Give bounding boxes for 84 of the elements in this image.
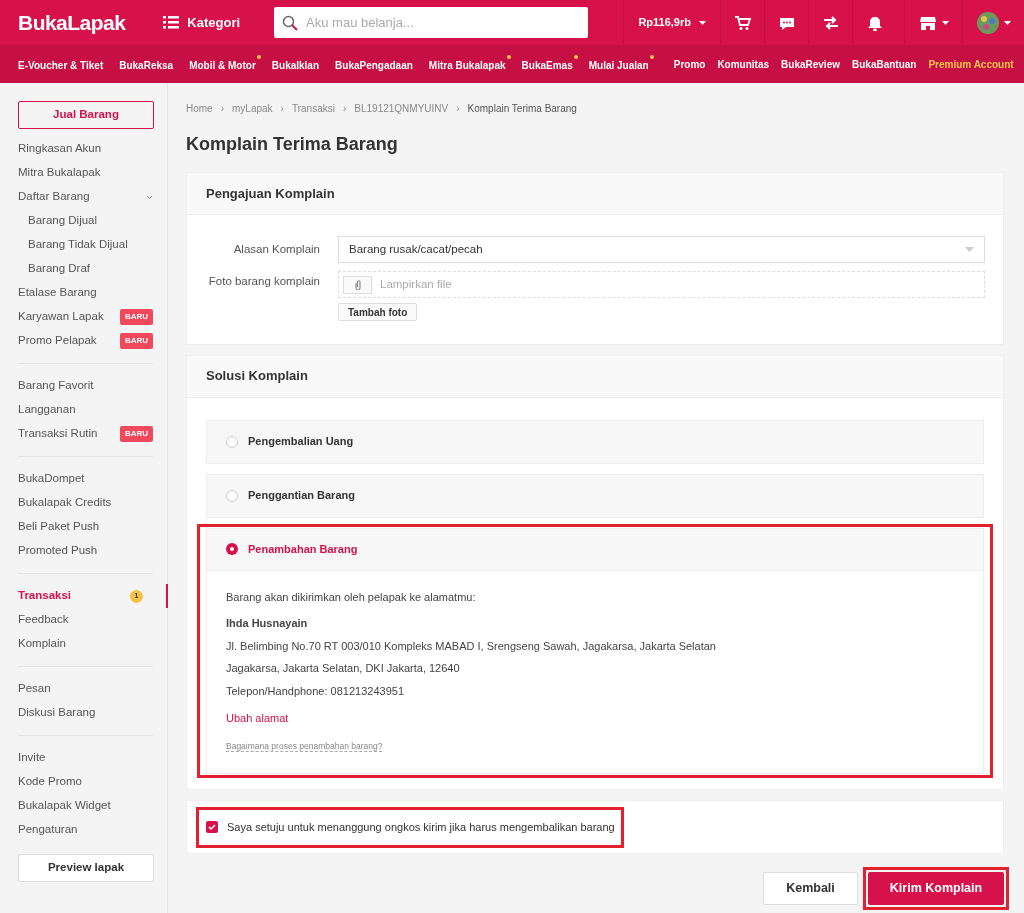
page-title: Komplain Terima Barang [186,133,399,156]
caret-icon [699,20,706,25]
sidebar-item[interactable]: Transaksi Rutin [18,425,98,443]
sidebar-item[interactable]: Promoted Push [18,542,98,560]
swap-arrows-icon[interactable] [821,14,840,31]
store-icon[interactable] [918,14,937,31]
menu-icon [163,16,180,29]
sidebar-item[interactable]: Feedback [18,611,69,629]
sidebar-item[interactable]: Komplain [18,635,66,653]
section-title: Solusi Komplain [206,367,308,386]
agreement-label: Saya setuju untuk menanggung ongkos kirim jika harus mengembalikan barang [227,819,615,835]
sidebar-item[interactable]: Langganan [18,401,76,419]
radio-option[interactable]: Penambahan Barang [207,528,983,571]
change-address-link[interactable]: Ubah alamat [226,712,289,724]
chevron-icon[interactable] [146,194,153,200]
nav-link[interactable]: BukaReksa [119,60,174,71]
paperclip-icon [354,279,361,290]
nav-link[interactable]: BukaPengadaan [335,60,413,71]
sidebar-item[interactable]: Etalase Barang [18,284,97,302]
preview-button[interactable]: Preview lapak [18,854,154,882]
avatar-icon[interactable] [976,11,999,34]
sell-button[interactable]: Jual Barang [18,101,154,129]
field-label: Alasan Komplain [232,241,320,257]
cart-icon[interactable] [733,14,752,31]
breadcrumb-separator: › [220,102,225,116]
nav-link[interactable]: E-Voucher & Tiket [18,60,104,71]
breadcrumb-separator: › [456,102,460,116]
nav-link[interactable]: BukaEmas [521,60,573,71]
address-line: Telepon/Handphone: 081213243951 [226,683,405,699]
nav-link[interactable]: Komunitas [717,56,770,72]
field-label: Foto barang komplain [207,274,320,289]
nav-link[interactable]: Promo [673,56,706,72]
premium-account-link[interactable]: Premium Account [928,56,1014,72]
section-title: Pengajuan Komplain [206,184,335,203]
sidebar-item[interactable]: Barang Draf [18,260,90,278]
nav-link[interactable]: BukaBantuan [852,56,917,72]
sidebar-item[interactable]: Barang Tidak Dijual [18,236,128,254]
sidebar-item[interactable]: Pengaturan [18,821,78,839]
submit-button[interactable]: Kirim Komplain [868,872,1004,905]
sidebar-item[interactable]: Bukalapak Credits [18,494,112,512]
sidebar-item[interactable]: Barang Favorit [18,377,94,395]
sidebar-item[interactable]: Bukalapak Widget [18,797,111,815]
nav-link[interactable]: Mobil & Motor [189,60,256,71]
sidebar-item[interactable]: Karyawan Lapak [18,308,104,326]
sidebar-item[interactable]: Daftar Barang [18,188,90,206]
nav-link[interactable]: Mulai Jualan [588,60,649,71]
sidebar-item[interactable]: Promo Pelapak [18,332,97,350]
sidebar-item[interactable]: Barang Dijual [18,212,98,230]
new-badge: BARU [119,426,153,442]
info-text: Barang akan dikirimkan oleh pelapak ke alamatmu: [226,589,477,605]
sidebar-item[interactable]: Mitra Bukalapak [18,164,101,182]
address-line: Jagakarsa, Jakarta Selatan, DKI Jakarta, 12640 [226,661,461,676]
active-indicator [166,584,168,608]
breadcrumb-separator: › [342,102,347,116]
nav-link[interactable]: BukaIklan [271,60,320,71]
sidebar-item[interactable]: Diskusi Barang [18,704,96,722]
new-badge: BARU [119,309,153,325]
nav-link[interactable]: Mitra Bukalapak [428,60,506,71]
sidebar-item[interactable]: Beli Paket Push [18,518,100,536]
reason-dropdown[interactable]: Barang rusak/cacat/pecah [338,236,985,263]
address-line: Jl. Belimbing No.70 RT 003/010 Kompleks MABAD I, Srengseng Sawah, Jagakarsa, Jakarta Selatan [226,638,717,654]
new-badge: BARU [119,333,153,349]
logo[interactable]: BukaLapak [18,8,126,37]
sidebar-item[interactable]: Kode Promo [18,773,82,791]
add-photo-button[interactable]: Tambah foto [338,303,418,321]
back-button[interactable]: Kembali [763,872,858,905]
radio-option[interactable]: Penggantian Barang [207,474,983,517]
recipient-name: Ihda Husnayain [226,616,309,631]
breadcrumb-current: Komplain Terima Barang [467,102,577,116]
help-link[interactable]: Bagaimana proses penambahan barang? [226,740,383,752]
radio-option[interactable]: Pengembalian Uang [207,420,983,463]
search-field[interactable]: Aku mau belanja... [274,7,589,38]
nav-link[interactable]: BukaReview [781,56,840,72]
category-button[interactable]: Kategori [163,12,241,33]
caret-icon [941,20,949,25]
sidebar-item[interactable]: Pesan [18,680,51,698]
checkbox[interactable] [206,821,218,833]
sidebar-item[interactable]: Invite [18,749,46,767]
caret-icon [965,247,974,252]
sidebar-item[interactable]: BukaDompet [18,470,85,488]
sidebar-item[interactable]: Transaksi [18,587,72,605]
sidebar-item[interactable]: Ringkasan Akun [18,140,102,158]
breadcrumb-separator: › [280,102,284,116]
caret-icon [1003,20,1011,25]
